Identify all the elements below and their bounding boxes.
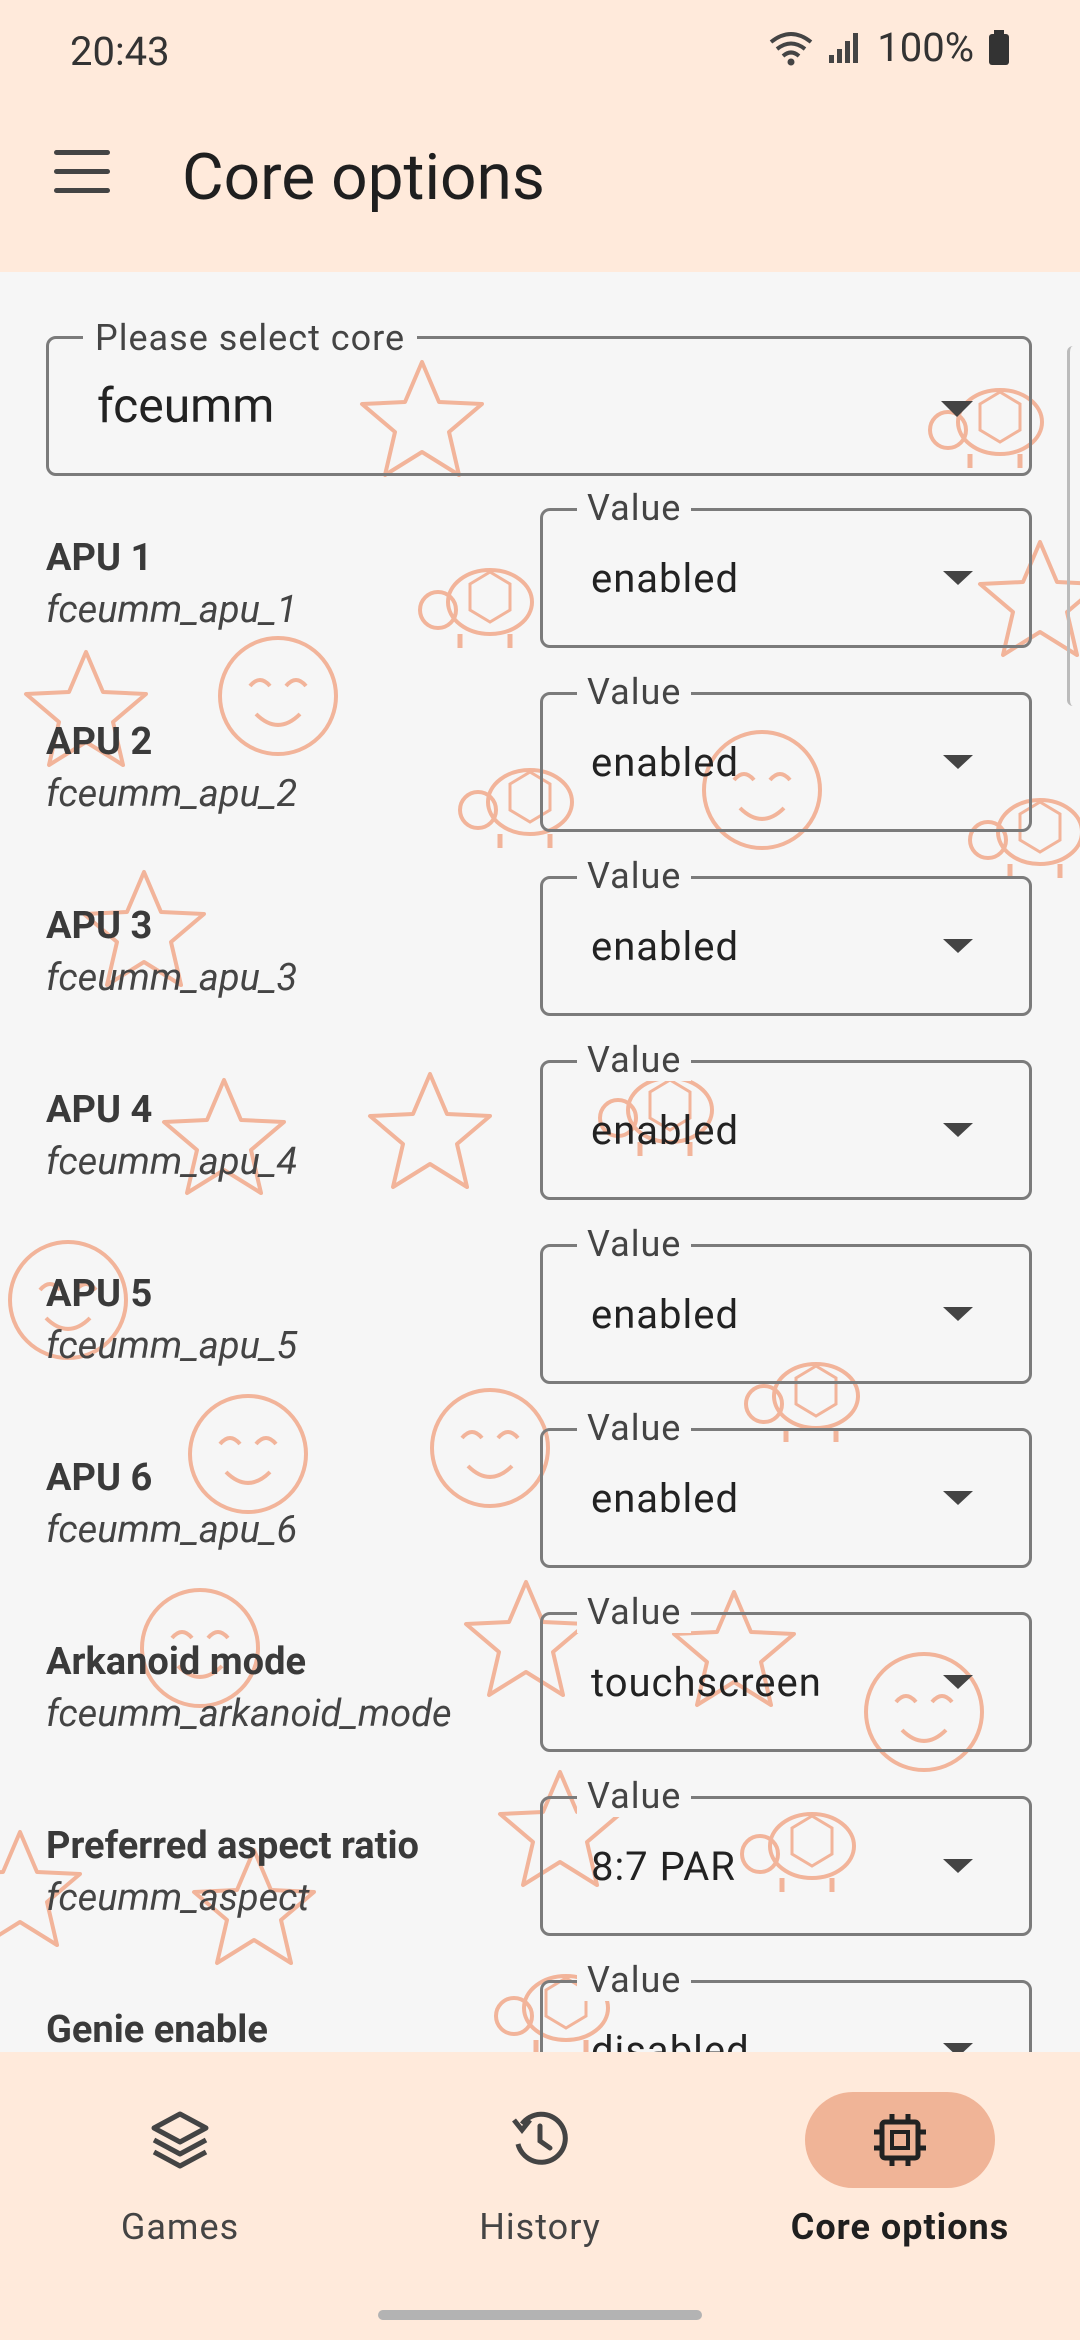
option-value: enabled — [591, 739, 740, 786]
option-key: fceumm_apu_3 — [46, 956, 298, 1000]
option-value-label: Value — [577, 1039, 692, 1081]
option-value-label: Value — [577, 1959, 692, 2001]
chevron-down-icon — [943, 571, 973, 585]
option-row: Genie enable Value disabled — [0, 1959, 1080, 2052]
option-value-label: Value — [577, 1407, 692, 1449]
nav-core-options[interactable]: Core options — [720, 2092, 1080, 2272]
option-key: fceumm_apu_1 — [46, 588, 298, 632]
chip-icon — [874, 2114, 926, 2166]
nav-history[interactable]: History — [360, 2092, 720, 2272]
status-time: 20:43 — [70, 28, 170, 75]
option-row: Preferred aspect ratio fceumm_aspect Val… — [0, 1775, 1080, 2000]
option-key: fceumm_arkanoid_mode — [46, 1692, 452, 1736]
nav-games-label: Games — [120, 2206, 240, 2248]
chevron-down-icon — [943, 2043, 973, 2052]
option-value-label: Value — [577, 855, 692, 897]
option-row: APU 3 fceumm_apu_3 Value enabled — [0, 855, 1080, 1080]
layers-icon — [151, 2111, 209, 2169]
option-label: APU 2 — [46, 720, 153, 764]
option-value-dropdown[interactable]: Value touchscreen — [540, 1591, 1032, 1752]
home-indicator[interactable] — [378, 2310, 702, 2320]
battery-percent: 100% — [877, 24, 974, 71]
nav-core-options-label: Core options — [790, 2206, 1010, 2248]
option-key: fceumm_apu_5 — [46, 1324, 298, 1368]
option-value: touchscreen — [591, 1659, 822, 1706]
menu-icon — [54, 150, 110, 155]
nav-history-label: History — [479, 2206, 601, 2248]
app-header: 20:43 100% Core options — [0, 0, 1080, 272]
signal-icon — [829, 32, 859, 63]
option-row: APU 1 fceumm_apu_1 Value enabled — [0, 487, 1080, 712]
nav-games[interactable]: Games — [0, 2092, 360, 2272]
option-value: enabled — [591, 923, 740, 970]
status-icons: 100% — [769, 24, 1010, 71]
menu-button[interactable] — [54, 150, 114, 198]
history-icon — [512, 2111, 568, 2165]
chevron-down-icon — [943, 1123, 973, 1137]
option-value-dropdown[interactable]: Value 8:7 PAR — [540, 1775, 1032, 1936]
option-row: APU 2 fceumm_apu_2 Value enabled — [0, 671, 1080, 896]
option-label: Genie enable — [46, 2008, 268, 2052]
option-value-dropdown[interactable]: Value enabled — [540, 1039, 1032, 1200]
option-value-label: Value — [577, 1591, 692, 1633]
option-value-dropdown[interactable]: Value enabled — [540, 487, 1032, 648]
wifi-icon — [770, 31, 813, 65]
page-title: Core options — [182, 140, 545, 215]
bottom-navigation: Games History Core options — [0, 2052, 1080, 2340]
option-key: fceumm_aspect — [46, 1876, 310, 1920]
option-value-label: Value — [577, 1775, 692, 1817]
option-key: fceumm_apu_4 — [46, 1140, 298, 1184]
core-options-list[interactable]: Please select core fceumm APU 1 fceumm_a… — [0, 272, 1080, 2052]
option-value: enabled — [591, 1291, 740, 1338]
option-value-dropdown[interactable]: Value enabled — [540, 1407, 1032, 1568]
chevron-down-icon — [943, 1675, 973, 1689]
option-value-label: Value — [577, 1223, 692, 1265]
chevron-down-icon — [943, 939, 973, 953]
option-label: APU 1 — [46, 536, 153, 580]
option-label: Preferred aspect ratio — [46, 1824, 419, 1868]
chevron-down-icon — [943, 1859, 973, 1873]
core-select-value: fceumm — [97, 377, 275, 434]
chevron-down-icon — [941, 401, 973, 417]
option-value-label: Value — [577, 671, 692, 713]
option-value: 8:7 PAR — [591, 1843, 736, 1890]
option-key: fceumm_apu_6 — [46, 1508, 298, 1552]
option-row: APU 5 fceumm_apu_5 Value enabled — [0, 1223, 1080, 1448]
option-row: Arkanoid mode fceumm_arkanoid_mode Value… — [0, 1591, 1080, 1816]
option-row: APU 6 fceumm_apu_6 Value enabled — [0, 1407, 1080, 1632]
option-value-dropdown[interactable]: Value enabled — [540, 671, 1032, 832]
chevron-down-icon — [943, 755, 973, 769]
option-value: enabled — [591, 555, 740, 602]
option-label: APU 4 — [46, 1088, 153, 1132]
option-key: fceumm_apu_2 — [46, 772, 298, 816]
core-select-label: Please select core — [83, 317, 418, 359]
option-value: enabled — [591, 1475, 740, 1522]
option-label: APU 6 — [46, 1456, 153, 1500]
option-label: APU 3 — [46, 904, 153, 948]
chevron-down-icon — [943, 1307, 973, 1321]
option-value-dropdown[interactable]: Value enabled — [540, 855, 1032, 1016]
battery-icon — [989, 29, 1009, 65]
option-value-label: Value — [577, 487, 692, 529]
chevron-down-icon — [943, 1491, 973, 1505]
option-value-dropdown[interactable]: Value enabled — [540, 1223, 1032, 1384]
option-value-dropdown[interactable]: Value disabled — [540, 1959, 1032, 2052]
option-value: enabled — [591, 1107, 740, 1154]
option-label: APU 5 — [46, 1272, 153, 1316]
option-label: Arkanoid mode — [46, 1640, 307, 1684]
option-row: APU 4 fceumm_apu_4 Value enabled — [0, 1039, 1080, 1264]
option-value: disabled — [591, 2027, 750, 2052]
core-select-dropdown[interactable]: Please select core fceumm — [46, 317, 1032, 476]
